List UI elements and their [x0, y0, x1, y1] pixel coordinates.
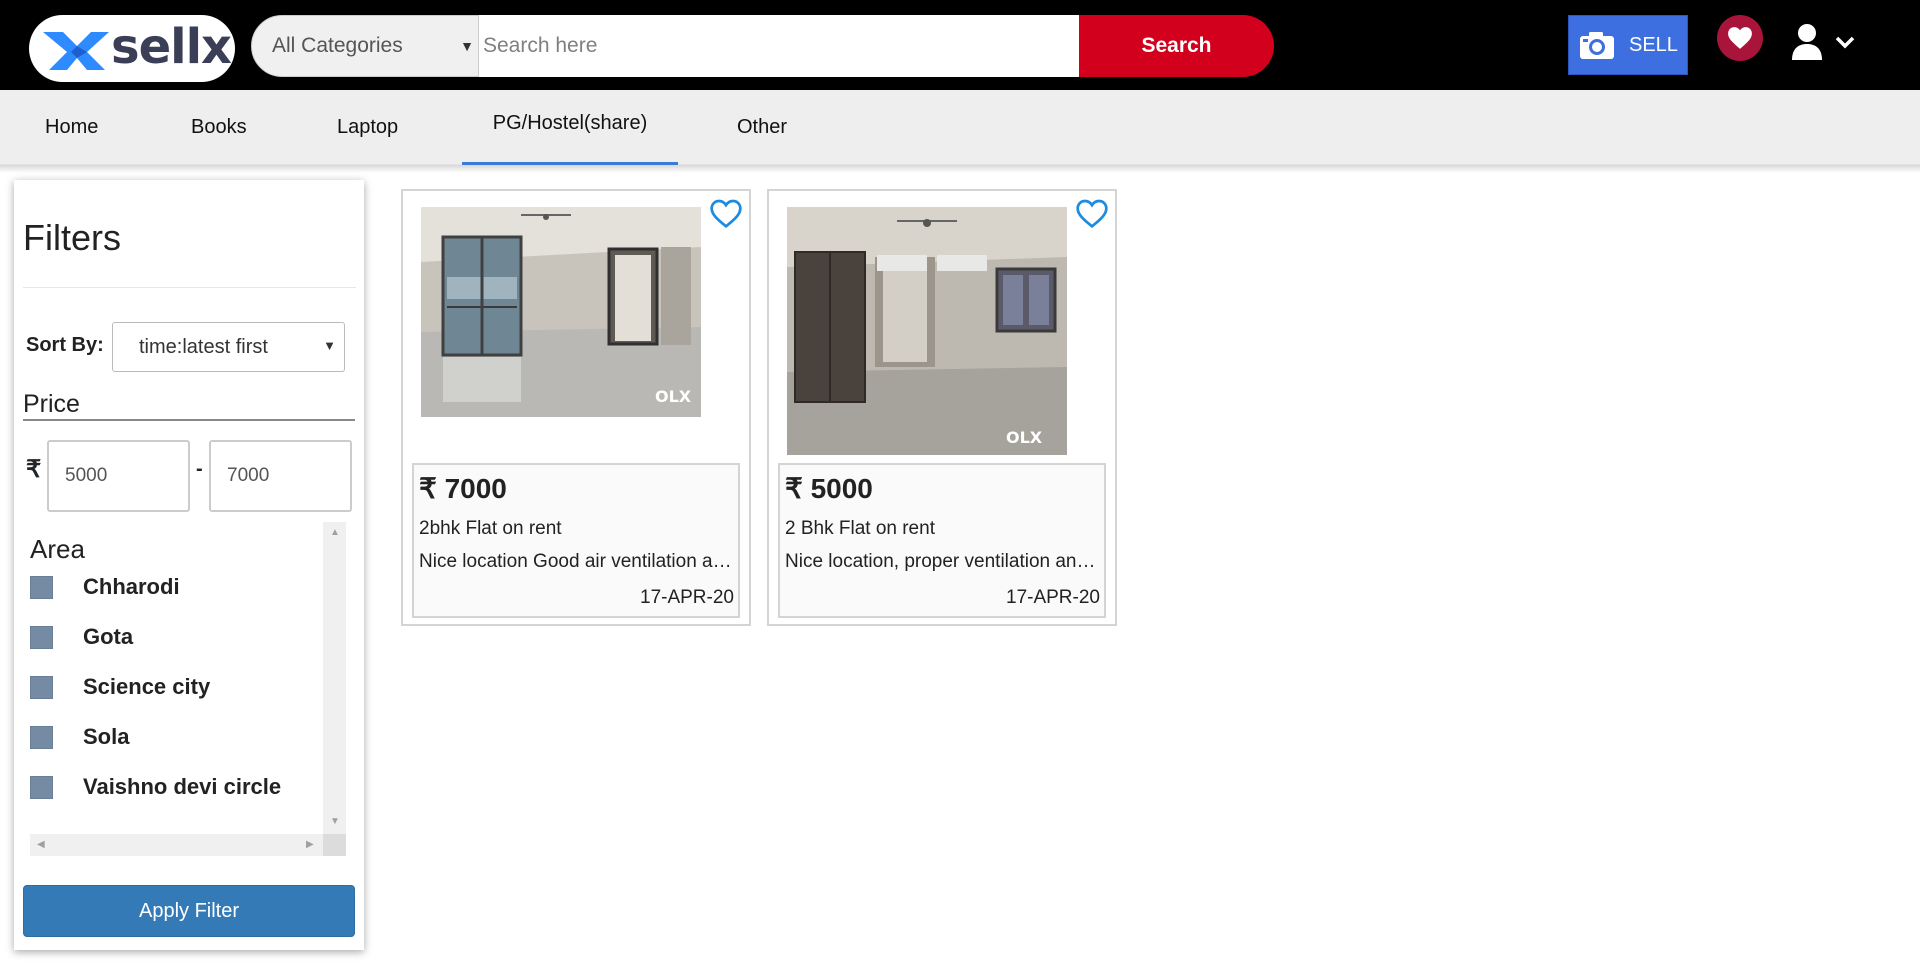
sellx-logo[interactable]: sellx	[29, 15, 235, 82]
rupee-icon: ₹	[26, 456, 42, 483]
search-bar: All Categories ▼ Search	[251, 15, 1274, 77]
nav-item-other[interactable]: Other	[737, 90, 787, 165]
logo-mark-icon	[43, 31, 109, 70]
listing-title: 2bhk Flat on rent	[419, 518, 562, 539]
area-option-gota[interactable]: Gota	[30, 622, 133, 652]
price-label: Price	[23, 390, 80, 418]
area-option-label: Sola	[83, 724, 130, 749]
listing-details: ₹ 5000 2 Bhk Flat on rent Nice location,…	[778, 463, 1106, 618]
heart-icon	[1728, 27, 1752, 49]
nav-shadow	[0, 165, 1920, 173]
sell-button[interactable]: SELL	[1568, 15, 1688, 75]
listing-title: 2 Bhk Flat on rent	[785, 518, 935, 539]
listing-photo[interactable]: OLX	[421, 207, 701, 417]
checkbox[interactable]	[30, 625, 53, 649]
category-select[interactable]: All Categories ▼	[251, 15, 479, 77]
checkbox[interactable]	[30, 775, 53, 799]
divider	[23, 419, 355, 421]
heart-icon[interactable]	[1075, 199, 1109, 229]
search-input[interactable]	[479, 15, 1079, 77]
favorites-button[interactable]	[1717, 15, 1763, 61]
room-photo-icon: OLX	[787, 207, 1067, 455]
apply-filter-button[interactable]: Apply Filter	[23, 885, 355, 937]
vertical-scrollbar[interactable]: ▲ ▼	[323, 522, 346, 834]
chevron-down-icon	[1835, 36, 1855, 49]
checkbox[interactable]	[30, 575, 53, 599]
area-option-sola[interactable]: Sola	[30, 722, 129, 752]
price-max-input[interactable]	[209, 440, 352, 512]
horizontal-scrollbar[interactable]: ◀ ▶	[30, 834, 323, 856]
area-label: Area	[30, 534, 85, 564]
nav-item-laptop[interactable]: Laptop	[337, 90, 398, 165]
area-option-chharodi[interactable]: Chharodi	[30, 572, 180, 602]
caret-down-icon: ▼	[460, 38, 474, 54]
checkbox[interactable]	[30, 725, 53, 749]
listing-description: Nice location Good air ventilation and l…	[419, 551, 737, 572]
category-select-value: All Categories	[272, 34, 403, 57]
area-option-label: Gota	[83, 624, 134, 649]
nav-item-books[interactable]: Books	[191, 90, 247, 165]
scroll-left-icon[interactable]: ◀	[37, 839, 45, 850]
scrollbar-corner	[323, 834, 346, 856]
user-icon	[1792, 24, 1822, 60]
sort-select[interactable]: time:latest first ▼	[112, 322, 345, 372]
listing-date: 17-APR-20	[1006, 587, 1100, 608]
area-option-label: Science city	[83, 674, 211, 699]
top-header: sellx All Categories ▼ Search SELL	[0, 0, 1920, 90]
sort-select-value: time:latest first	[139, 335, 268, 358]
watermark: OLX	[655, 387, 692, 406]
search-button[interactable]: Search	[1079, 15, 1274, 77]
listing-description: Nice location, proper ventilation and na…	[785, 551, 1103, 572]
price-separator: -	[196, 458, 203, 480]
sell-button-label: SELL	[1629, 33, 1678, 56]
room-photo-icon: OLX	[421, 207, 701, 417]
listing-card[interactable]: OLX ₹ 7000 2bhk Flat on rent Nice locati…	[401, 189, 751, 626]
area-list: Area Chharodi Gota Science city Sola Vai…	[30, 522, 346, 856]
scroll-up-icon[interactable]: ▲	[330, 527, 340, 538]
area-option-label: Vaishno devi circle	[83, 774, 282, 799]
area-option-label: Chharodi	[83, 574, 180, 599]
nav-item-pg-hostel[interactable]: PG/Hostel(share)	[462, 90, 678, 165]
sort-label: Sort By:	[26, 334, 104, 356]
heart-icon[interactable]	[709, 199, 743, 229]
watermark: OLX	[1006, 428, 1043, 447]
scroll-right-icon[interactable]: ▶	[306, 839, 314, 850]
listing-photo[interactable]: OLX	[787, 207, 1067, 455]
account-menu[interactable]	[1790, 20, 1862, 64]
listing-date: 17-APR-20	[640, 587, 734, 608]
scroll-down-icon[interactable]: ▼	[330, 816, 340, 827]
area-option-vaishno-devi-circle[interactable]: Vaishno devi circle	[30, 772, 281, 802]
listing-price: ₹ 7000	[419, 473, 507, 504]
listing-card[interactable]: OLX ₹ 5000 2 Bhk Flat on rent Nice locat…	[767, 189, 1117, 626]
listing-details: ₹ 7000 2bhk Flat on rent Nice location G…	[412, 463, 740, 618]
divider	[23, 287, 356, 288]
area-option-science-city[interactable]: Science city	[30, 672, 210, 702]
checkbox[interactable]	[30, 675, 53, 699]
caret-down-icon: ▼	[323, 338, 336, 353]
listing-price: ₹ 5000	[785, 473, 873, 504]
logo-text: sellx	[111, 18, 232, 75]
camera-icon	[1580, 32, 1614, 59]
category-nav: Home Books Laptop PG/Hostel(share) Other	[0, 90, 1920, 165]
nav-item-home[interactable]: Home	[45, 90, 98, 165]
price-min-input[interactable]	[47, 440, 190, 512]
filters-title: Filters	[23, 217, 121, 258]
filters-panel: Filters Sort By: time:latest first ▼ Pri…	[14, 180, 364, 950]
